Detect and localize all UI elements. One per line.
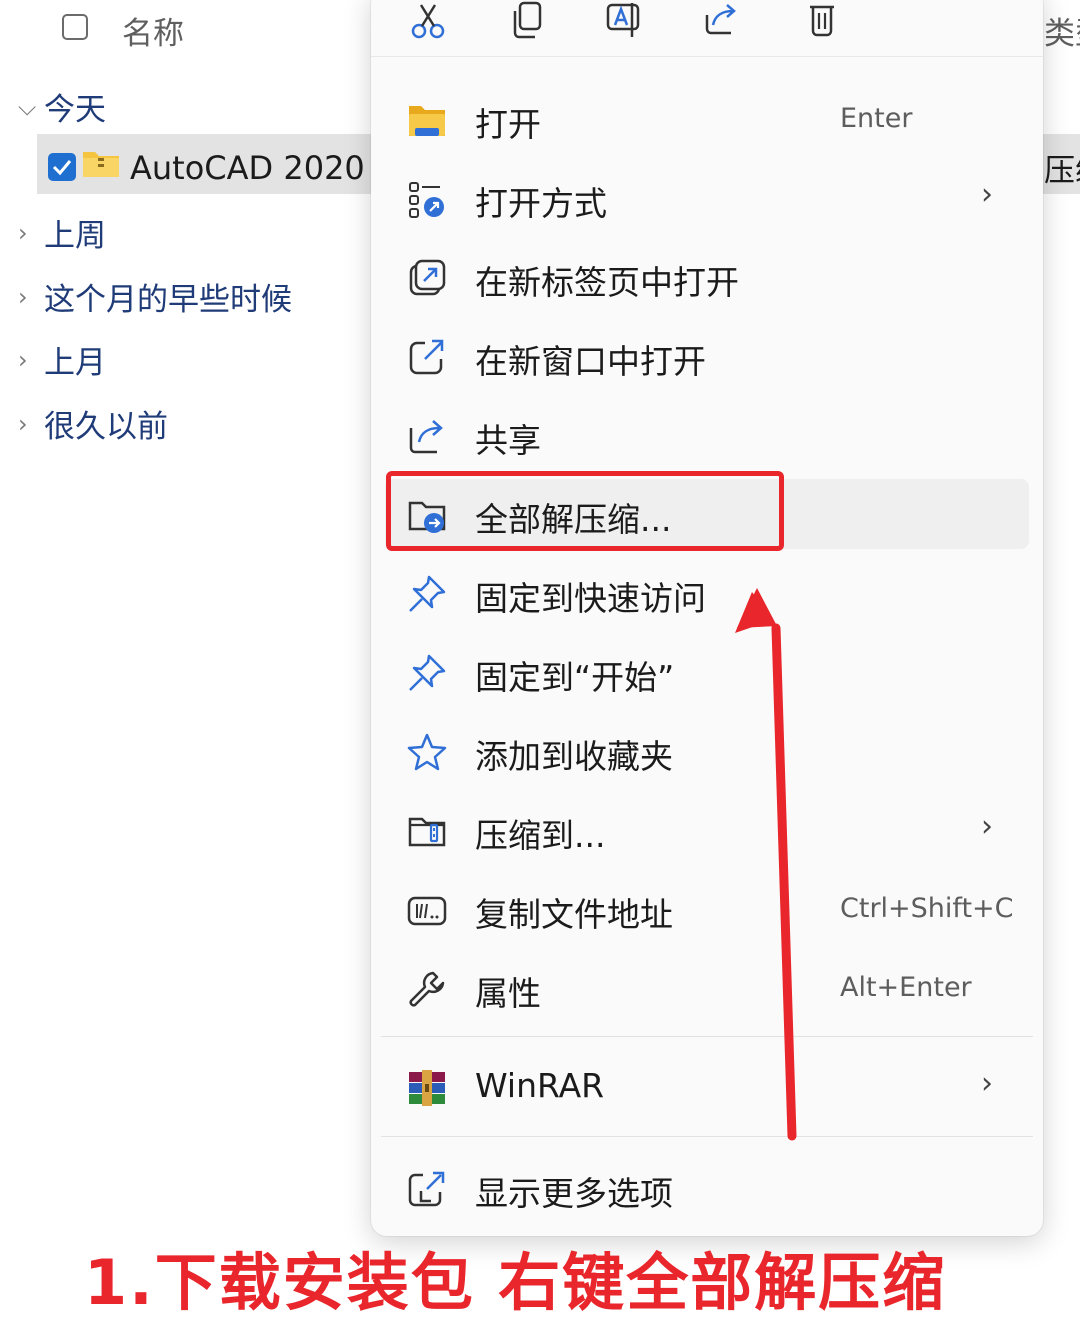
annotation-arrow: [735, 588, 797, 1141]
instruction-caption: 1.下载安装包 右键全部解压缩: [84, 1246, 947, 1319]
